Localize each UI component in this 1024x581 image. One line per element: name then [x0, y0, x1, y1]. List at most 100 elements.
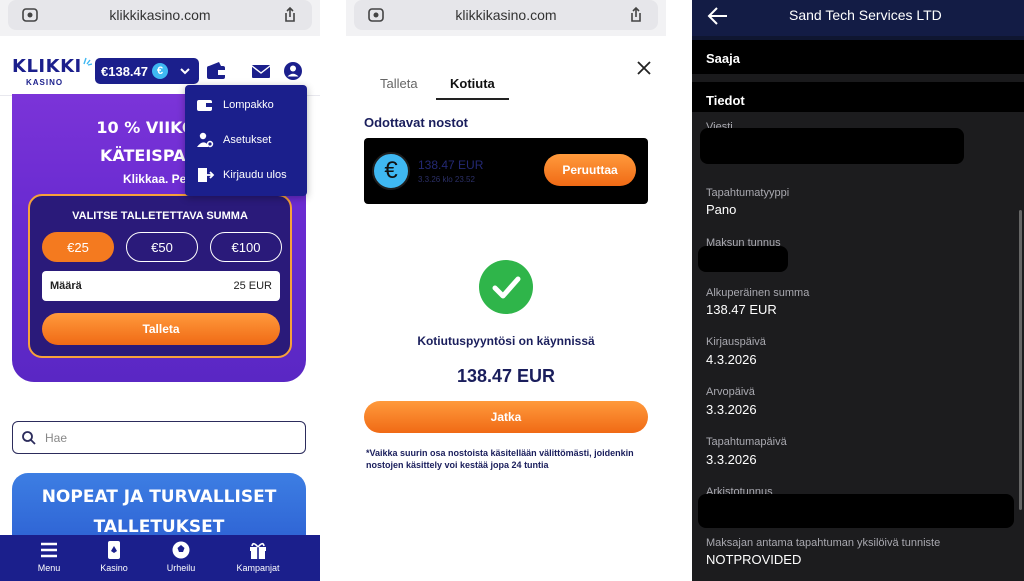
scrollbar[interactable] — [1019, 210, 1022, 510]
amount-option-100[interactable]: €100 — [210, 232, 282, 262]
chevron-down-icon — [180, 68, 190, 75]
pending-withdrawals-title: Odottavat nostot — [364, 115, 468, 130]
section-title: Saaja — [706, 51, 740, 66]
menu-item-label: Kirjaudu ulos — [223, 169, 287, 181]
share-icon[interactable] — [626, 5, 646, 25]
cashier-tabs: Talleta Kotiuta — [346, 76, 666, 100]
reader-icon[interactable] — [366, 5, 386, 25]
promo-line2: TALLETUKSET — [93, 517, 225, 537]
url-text: klikkikasino.com — [109, 7, 211, 23]
pending-timestamp: 3.3.26 klo 23.52 — [418, 175, 475, 184]
field-label-payer-reference: Maksajan antama tapahtuman yksilöivä tun… — [706, 537, 941, 549]
deposit-button[interactable]: Talleta — [42, 313, 280, 345]
continue-button[interactable]: Jatka — [364, 401, 648, 433]
user-icon[interactable] — [282, 60, 304, 82]
cancel-withdrawal-button[interactable]: Peruuttaa — [544, 154, 636, 186]
nav-label: Menu — [37, 563, 61, 573]
redacted-payment-id — [698, 246, 788, 272]
divider — [692, 74, 1024, 82]
playing-card-icon — [108, 541, 120, 559]
field-label-booking-date: Kirjauspäivä — [706, 336, 766, 348]
nav-label: Kasino — [100, 563, 128, 573]
deposit-widget: VALITSE TALLETETTAVA SUMMA €25 €50 €100 … — [28, 194, 292, 358]
balance-button[interactable]: €138.47 € — [95, 58, 199, 84]
pending-amount: 138.47 EUR — [418, 158, 484, 172]
nav-casino[interactable]: Kasino — [84, 540, 144, 573]
field-value-original-amount: 138.47 EUR — [706, 302, 777, 317]
share-icon[interactable] — [280, 5, 300, 25]
nav-menu[interactable]: Menu — [19, 540, 79, 573]
url-text: klikkikasino.com — [455, 7, 557, 23]
address-bar[interactable]: klikkikasino.com — [354, 0, 658, 30]
bank-header: Sand Tech Services LTD — [692, 0, 1024, 36]
success-check-icon — [479, 260, 533, 314]
field-label-original-amount: Alkuperäinen summa — [706, 287, 810, 299]
deposit-title: VALITSE TALLETETTAVA SUMMA — [72, 210, 248, 222]
amount-field-value: 25 EUR — [233, 280, 272, 292]
nav-campaigns[interactable]: Kampanjat — [228, 540, 288, 573]
wallet-icon — [197, 100, 212, 111]
gift-icon — [250, 542, 266, 559]
user-settings-icon — [197, 132, 214, 148]
casino-home-panel: klikkikasino.com KLIKKI KASINO €138.47 €… — [0, 0, 320, 581]
amount-field[interactable]: Määrä 25 EUR — [42, 271, 280, 301]
withdrawal-amount: 138.47 EUR — [456, 366, 556, 386]
wallet-icon[interactable] — [205, 60, 227, 82]
field-label-transaction-date: Tapahtumapäivä — [706, 436, 787, 448]
mail-icon[interactable] — [250, 60, 272, 82]
account-dropdown: Lompakko Asetukset Kirjaudu ulos — [185, 85, 307, 196]
merchant-name: Sand Tech Services LTD — [789, 7, 942, 23]
bottom-nav: Menu Kasino Urheilu Kampanjat — [0, 535, 320, 581]
tab-withdraw[interactable]: Kotiuta — [450, 76, 495, 91]
menu-item-label: Asetukset — [223, 134, 272, 146]
nav-label: Kampanjat — [236, 563, 280, 573]
amount-option-25[interactable]: €25 — [42, 232, 114, 262]
pending-withdrawal-card: € 138.47 EUR 3.3.26 klo 23.52 Peruuttaa — [364, 138, 648, 204]
menu-item-logout[interactable]: Kirjaudu ulos — [195, 163, 287, 187]
redacted-archive-id — [698, 494, 1014, 528]
logo-sub-text: KASINO — [26, 78, 64, 87]
balance-amount: €138.47 — [101, 63, 148, 79]
promo-line1: NOPEAT JA TURVALLISET — [41, 487, 277, 507]
field-value-transaction-date: 3.3.2026 — [706, 452, 757, 467]
search-placeholder: Hae — [45, 430, 68, 445]
sparkle-icon — [83, 57, 92, 66]
processing-note: *Vaikka suurin osa nostoista käsitellään… — [366, 448, 634, 470]
bank-transaction-panel: Sand Tech Services LTD Saaja Tiedot Vies… — [692, 0, 1024, 581]
browser-bar: klikkikasino.com — [0, 0, 320, 36]
logo-main-text: KLIKKI — [12, 56, 82, 77]
back-arrow-icon[interactable] — [706, 4, 730, 28]
section-title: Tiedot — [706, 93, 745, 108]
search-input[interactable]: Hae — [12, 421, 306, 454]
euro-coin-icon: € — [372, 152, 410, 190]
field-value-booking-date: 4.3.2026 — [706, 352, 757, 367]
field-value-payer-reference: NOTPROVIDED — [706, 552, 802, 567]
reader-icon[interactable] — [20, 5, 40, 25]
field-label-type: Tapahtumatyyppi — [706, 187, 790, 199]
klikki-logo[interactable]: KLIKKI KASINO — [12, 56, 92, 87]
menu-item-wallet[interactable]: Lompakko — [195, 93, 274, 117]
euro-coin-icon: € — [152, 63, 168, 79]
close-icon[interactable] — [636, 60, 652, 76]
browser-bar: klikkikasino.com — [346, 0, 666, 36]
field-value-value-date: 3.3.2026 — [706, 402, 757, 417]
nav-label: Urheilu — [166, 563, 196, 573]
tab-deposit[interactable]: Talleta — [380, 76, 418, 91]
section-details: Tiedot — [692, 82, 1024, 112]
field-label-value-date: Arvopäivä — [706, 386, 755, 398]
menu-item-settings[interactable]: Asetukset — [195, 128, 271, 152]
address-bar[interactable]: klikkikasino.com — [8, 0, 312, 30]
hamburger-icon — [41, 542, 57, 558]
active-tab-indicator — [436, 98, 509, 100]
amount-option-50[interactable]: €50 — [126, 232, 198, 262]
logout-icon — [198, 168, 215, 182]
amount-field-label: Määrä — [50, 280, 82, 292]
nav-sports[interactable]: Urheilu — [151, 540, 211, 573]
search-icon — [22, 430, 36, 445]
redacted-message — [700, 128, 964, 164]
withdrawal-status: Kotiutuspyyntösi on käynnissä — [417, 334, 595, 348]
field-value-type: Pano — [706, 202, 737, 217]
withdraw-panel: klikkikasino.com Talleta Kotiuta Odottav… — [346, 0, 666, 581]
football-icon — [172, 541, 190, 559]
menu-item-label: Lompakko — [223, 99, 274, 111]
